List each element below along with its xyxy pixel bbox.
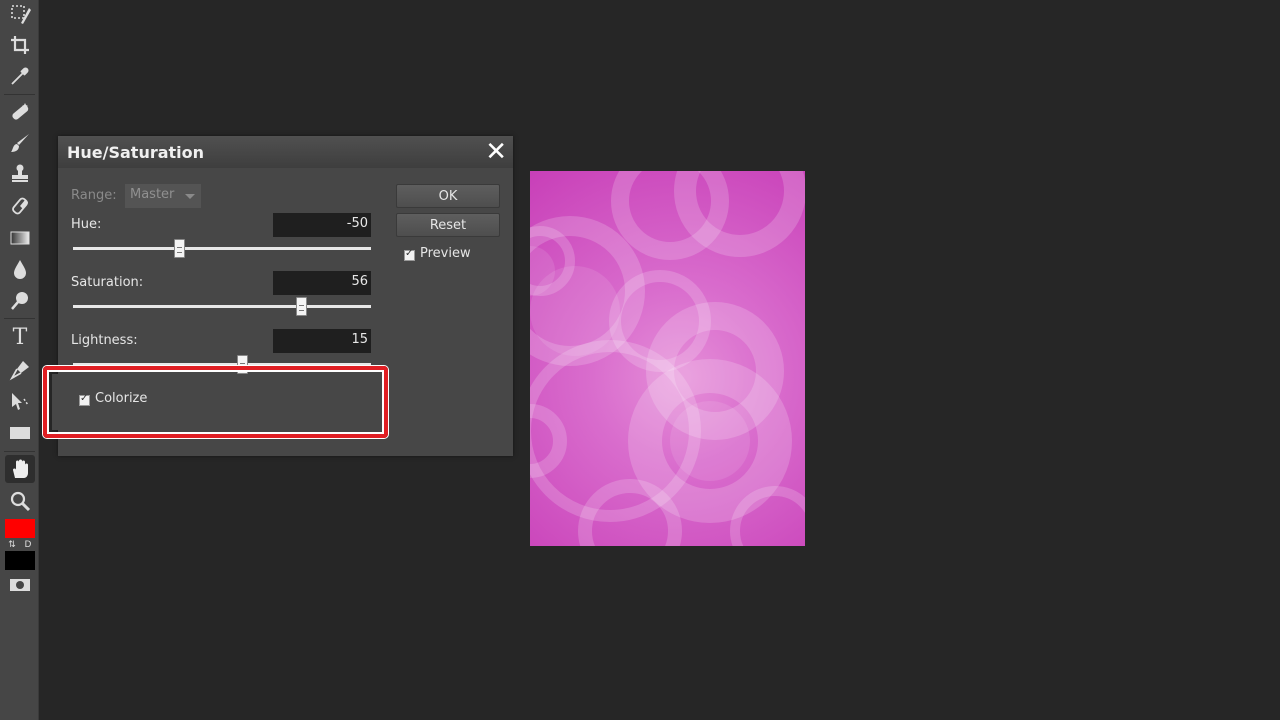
saturation-slider[interactable] <box>73 305 371 308</box>
range-value: Master <box>130 187 175 202</box>
toolbar-separator <box>4 318 35 319</box>
healing-tool[interactable] <box>5 98 35 126</box>
blur-drop-tool-icon <box>14 260 26 279</box>
dodge-tool[interactable] <box>5 287 35 315</box>
lasso-select-tool-icon <box>11 5 31 24</box>
brush-tool[interactable] <box>5 129 35 157</box>
dodge-tool-icon <box>11 292 28 310</box>
swap-colors-icon[interactable]: ⇅ <box>5 539 19 551</box>
dialog-title: Hue/Saturation <box>67 142 205 162</box>
brush-tool-icon <box>11 134 29 152</box>
colorize-label: Colorize <box>95 391 148 406</box>
healing-tool-icon <box>12 103 29 120</box>
reset-button[interactable]: Reset <box>396 213 500 237</box>
hue-slider[interactable] <box>73 247 371 250</box>
eraser-tool[interactable] <box>5 192 35 220</box>
range-label: Range: <box>71 188 117 203</box>
pen-tool[interactable] <box>5 356 35 384</box>
clone-stamp-tool[interactable] <box>5 160 35 188</box>
type-tool[interactable]: T <box>5 323 35 351</box>
hue-slider-handle[interactable] <box>174 239 186 258</box>
preview-label: Preview <box>420 246 471 261</box>
document-image[interactable] <box>530 171 805 546</box>
close-icon[interactable]: ✕ <box>485 139 507 165</box>
eyedropper-tool[interactable] <box>5 62 35 90</box>
rectangle-tool-icon <box>10 427 30 439</box>
hand-tool-icon <box>13 459 28 478</box>
colorize-checkbox[interactable] <box>79 393 90 406</box>
background-color-swatch[interactable] <box>5 551 35 570</box>
type-tool-icon: T <box>12 324 28 350</box>
gradient-tool-icon <box>10 231 30 245</box>
preview-checkbox[interactable] <box>404 248 415 261</box>
rectangle-tool[interactable] <box>5 419 35 447</box>
blur-drop-tool[interactable] <box>5 255 35 283</box>
chevron-down-icon <box>185 194 195 199</box>
tools-panel: T ⇅ D <box>0 0 39 720</box>
pen-tool-icon <box>9 361 29 381</box>
saturation-input[interactable]: 56 <box>273 271 371 295</box>
crop-tool-icon <box>11 36 29 54</box>
hue-label: Hue: <box>71 217 102 232</box>
lasso-select-tool[interactable] <box>5 0 35 28</box>
eraser-tool-icon <box>12 197 28 215</box>
quick-mask-tool[interactable] <box>5 570 35 598</box>
toolbar-separator <box>4 94 35 95</box>
lightness-label: Lightness: <box>71 333 138 348</box>
ok-button[interactable]: OK <box>396 184 500 208</box>
path-select-tool[interactable] <box>5 388 35 416</box>
circle-pattern <box>530 171 805 546</box>
toolbar-separator <box>4 451 35 452</box>
zoom-tool-icon <box>10 491 31 512</box>
path-select-tool-icon <box>12 393 29 410</box>
foreground-color-swatch[interactable] <box>5 519 35 538</box>
hue-input[interactable]: -50 <box>273 213 371 237</box>
default-colors-icon[interactable]: D <box>21 539 35 551</box>
saturation-slider-handle[interactable] <box>296 297 308 316</box>
hand-tool[interactable] <box>5 455 35 483</box>
clone-stamp-tool-icon <box>12 164 28 182</box>
crop-tool[interactable] <box>5 31 35 59</box>
quick-mask-icon <box>10 579 30 591</box>
range-select[interactable]: Master <box>125 184 201 208</box>
lightness-input[interactable]: 15 <box>273 329 371 353</box>
dialog-header: Hue/Saturation ✕ <box>58 136 513 168</box>
zoom-tool[interactable] <box>5 487 35 515</box>
saturation-label: Saturation: <box>71 275 144 290</box>
eyedropper-tool-icon <box>11 67 29 85</box>
gradient-tool[interactable] <box>5 224 35 252</box>
